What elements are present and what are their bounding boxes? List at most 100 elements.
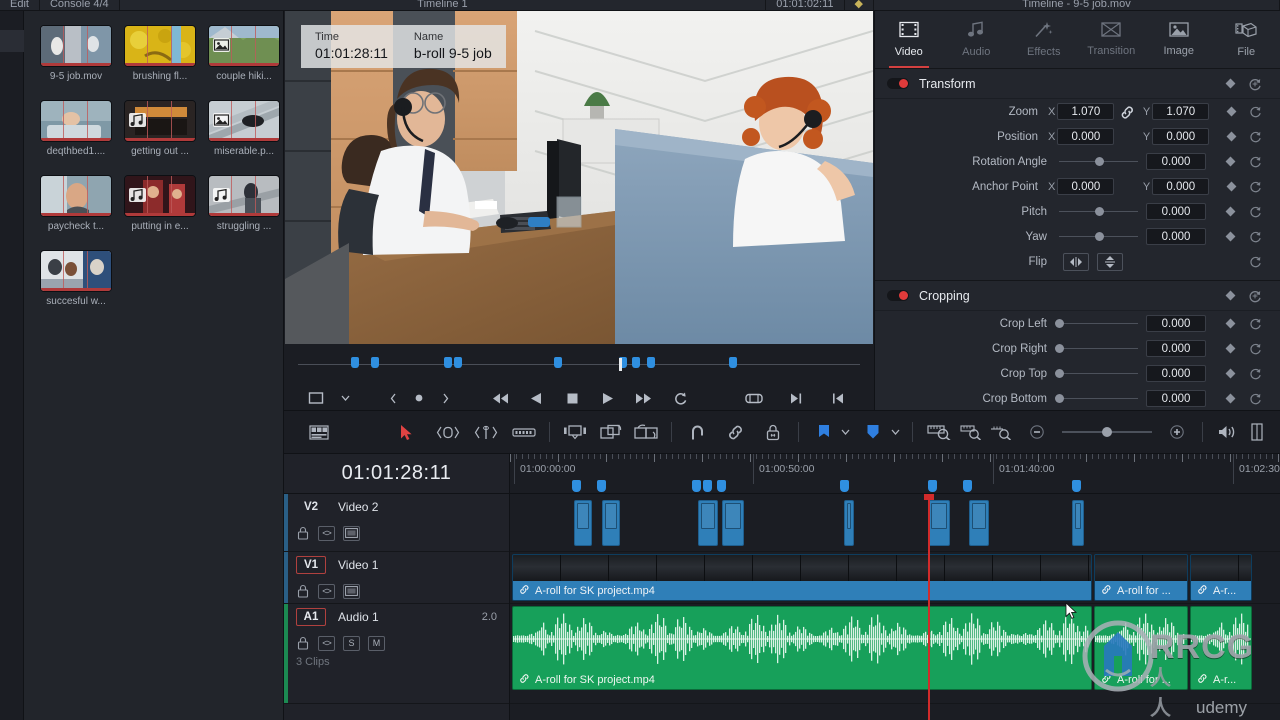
reset-button[interactable] [1243,130,1268,143]
timeline-clip-v2[interactable] [722,500,744,546]
property-value-input[interactable]: 0.000 [1146,390,1206,407]
track-header-v2[interactable]: V2 Video 2 <> [284,494,509,552]
trim-edit-mode-button[interactable] [434,418,464,446]
media-pool-item[interactable]: miserable.p... [208,100,280,157]
inspector-tab-effects[interactable]: Effects [1010,11,1078,68]
media-pool-grid[interactable]: 9-5 job.mov brushing fl... couple hiki... d… [24,11,283,325]
keyframe-button[interactable] [1218,343,1242,354]
media-pool-item[interactable]: couple hiki... [208,25,280,82]
track-name-label[interactable]: Audio 1 [338,610,482,624]
cropping-section-header[interactable]: Cropping [875,281,1280,311]
zoom-out-button[interactable] [1023,418,1053,446]
timeline-clip-v1[interactable]: A-r... [1190,554,1252,601]
timeline-marker[interactable] [692,480,701,492]
lock-icon[interactable] [296,584,310,598]
property-row-anchor-point[interactable]: Anchor Point X 0.000 Y 0.000 [875,174,1280,199]
topbar-segment-1[interactable]: Console 4/4 [40,0,120,10]
media-thumbnail[interactable] [40,100,112,142]
keyframe-button[interactable] [1218,156,1242,167]
split-view-button[interactable] [1242,418,1272,446]
overwrite-clip-button[interactable] [596,418,626,446]
inspector-tab-transition[interactable]: Transition [1078,11,1146,68]
prev-marker-button[interactable] [386,388,400,408]
auto-select-icon[interactable]: <> [318,583,335,599]
lock-track-button[interactable] [758,418,788,446]
linked-selection-button[interactable] [720,418,750,446]
transform-keyframe-button[interactable] [1218,78,1242,89]
jog-marker[interactable] [632,357,640,368]
media-pool-item[interactable]: deqthbed1.... [40,100,112,157]
track-headers[interactable]: V2 Video 2 <> V1 Video 1 <> A1 Audio 1 2.0 <> S M 3 … [284,494,510,720]
jump-to-start-button[interactable] [490,388,510,408]
reset-button[interactable] [1242,155,1268,168]
media-pool-item[interactable]: getting out ... [124,100,196,157]
snapping-button[interactable] [682,418,712,446]
property-row-crop-top[interactable]: Crop Top 0.000 [875,361,1280,386]
property-row-crop-left[interactable]: Crop Left 0.000 [875,311,1280,336]
track-a1-lane[interactable]: A-roll for SK project.mp4 A-roll for ... A… [510,604,1280,704]
track-name-label[interactable]: Video 2 [338,500,509,514]
timeline-clip-v2[interactable] [698,500,718,546]
property-value-input[interactable]: 0.000 [1146,365,1206,382]
timeline-marker[interactable] [840,480,849,492]
reset-button[interactable] [1242,205,1268,218]
cropping-enable-toggle[interactable] [887,290,909,301]
timeline-zoom-slider[interactable] [1062,425,1152,439]
lock-icon[interactable] [296,636,310,650]
track-v1-lane[interactable]: A-roll for SK project.mp4 A-roll for ... A… [510,552,1280,604]
next-marker-button[interactable] [438,388,452,408]
timeline-toolbar[interactable] [284,410,1280,454]
timeline-playhead[interactable] [924,494,934,720]
property-y-input[interactable]: 1.070 [1152,103,1210,120]
jog-marker[interactable] [454,357,462,368]
link-xy-icon[interactable] [1114,105,1141,119]
track-index-badge[interactable]: A1 [296,608,326,626]
track-index-badge[interactable]: V2 [296,498,326,516]
viewer-transport-bar[interactable] [284,383,874,413]
property-value-input[interactable]: 0.000 [1146,340,1206,357]
timeline-clip-a1[interactable]: A-roll for SK project.mp4 [512,606,1092,690]
property-slider[interactable] [1059,203,1138,220]
timeline-ruler[interactable]: 01:00:00:00 01:00:50:00 01:01:40:00 01:02:3… [510,454,1280,494]
transform-reset-button[interactable] [1242,77,1268,91]
timeline-marker[interactable] [572,480,581,492]
inspector-tab-image[interactable]: Image [1145,11,1213,68]
media-thumbnail[interactable] [124,25,196,67]
left-rail-selected-item[interactable] [0,30,24,52]
property-x-input[interactable]: 0.000 [1057,178,1115,195]
cropping-properties[interactable]: Crop Left 0.000 Crop Right 0.000 Crop Top 0.0… [875,311,1280,410]
property-row-zoom[interactable]: Zoom X 1.070 Y 1.070 [875,99,1280,124]
timeline-marker[interactable] [1072,480,1081,492]
marker-button[interactable] [858,418,888,446]
jog-marker[interactable] [351,357,359,368]
media-pool-panel[interactable]: 9-5 job.mov brushing fl... couple hiki... d… [24,11,284,720]
play-reverse-button[interactable] [526,388,546,408]
track-v2-lane[interactable] [510,494,1280,552]
flip-vertical-button[interactable] [1097,252,1123,271]
loop-button[interactable] [670,388,690,408]
property-slider[interactable] [1059,228,1138,245]
flag-button[interactable] [809,418,839,446]
video-enable-icon[interactable] [343,583,360,599]
timeline-marker[interactable] [963,480,972,492]
replace-clip-button[interactable] [632,418,662,446]
inspector-tab-audio[interactable]: Audio [943,11,1011,68]
jump-to-end-button[interactable] [634,388,654,408]
lock-icon[interactable] [296,526,310,540]
property-row-crop-bottom[interactable]: Crop Bottom 0.000 [875,386,1280,410]
timeline-clip-v2[interactable] [574,500,592,546]
reset-button[interactable] [1242,255,1268,268]
media-pool-item[interactable]: 9-5 job.mov [40,25,112,82]
flag-dropdown-caret[interactable] [839,429,853,435]
mute-icon[interactable]: M [368,635,385,651]
selection-mode-button[interactable] [392,418,422,446]
razor-edit-button[interactable] [509,418,539,446]
jog-playhead[interactable] [619,358,622,371]
crop-tool-button[interactable] [306,388,326,408]
property-slider[interactable] [1055,340,1138,357]
property-x-input[interactable]: 1.070 [1057,103,1115,120]
track-name-label[interactable]: Video 1 [338,558,509,572]
media-thumbnail[interactable] [124,175,196,217]
timeline-marker[interactable] [597,480,606,492]
marker-dropdown-caret[interactable] [888,429,902,435]
